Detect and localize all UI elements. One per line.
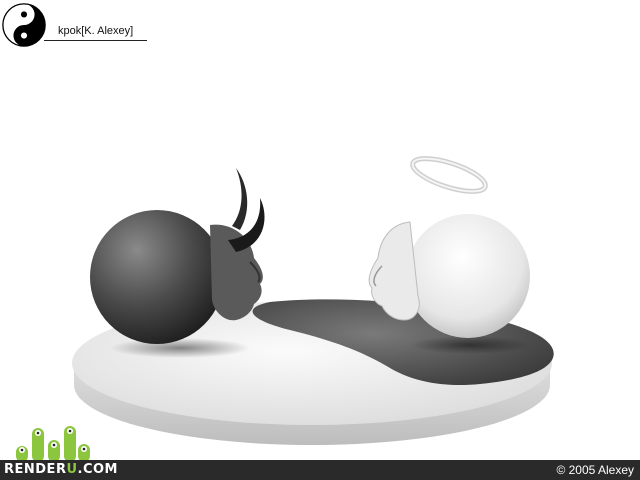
copyright-text: © 2005 Alexey [556,463,634,477]
devil-horn-back [232,168,248,230]
brand-accent: U [66,462,78,477]
renderu-mascots-icon [16,426,90,462]
footer-bar: RENDERU.COM © 2005 Alexey [0,460,640,480]
devil-head [90,168,265,344]
brand-suffix: .COM [77,462,118,477]
angel-head [368,156,530,338]
renderu-logo[interactable]: RENDERU.COM [4,461,118,479]
render-scene [72,156,554,445]
brand-prefix: RENDER [4,462,67,477]
